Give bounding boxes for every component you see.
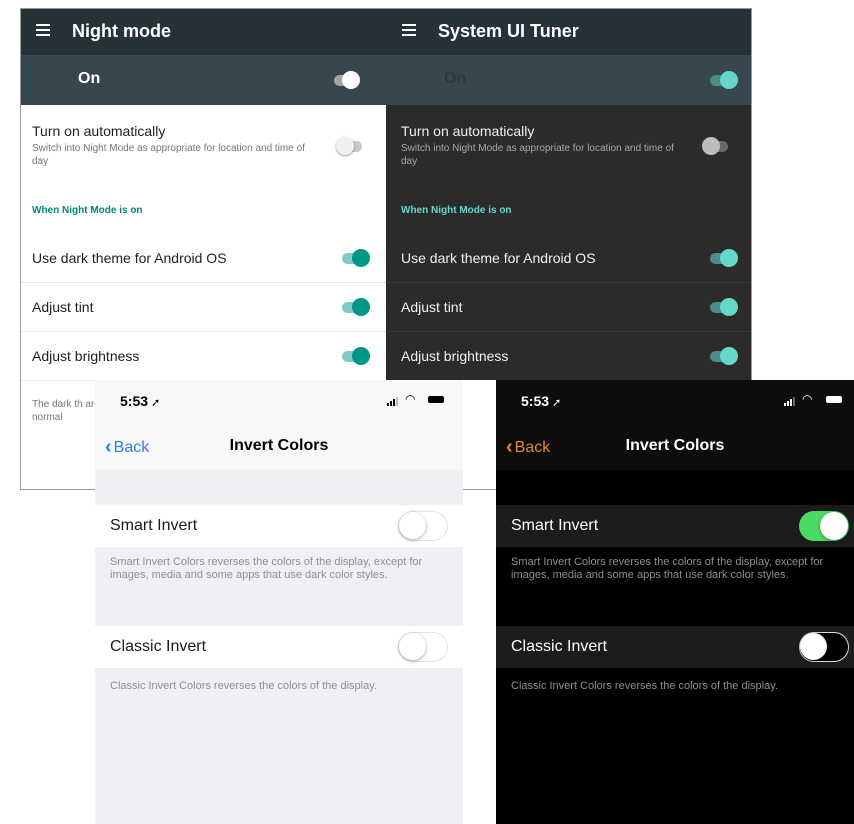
- smart-invert-cell[interactable]: Smart Invert: [496, 505, 854, 547]
- status-bar: 5:53 ➚ ◠: [496, 380, 854, 418]
- wifi-icon: ◠: [405, 392, 416, 406]
- classic-invert-toggle[interactable]: [799, 632, 849, 662]
- classic-invert-label: Classic Invert: [511, 638, 608, 655]
- smart-invert-description: Smart Invert Colors reverses the colors …: [110, 556, 423, 581]
- smart-invert-cell[interactable]: Smart Invert: [95, 505, 463, 547]
- classic-invert-cell[interactable]: Classic Invert: [496, 626, 854, 668]
- back-label: Back: [514, 439, 551, 456]
- nav-title: Invert Colors: [229, 437, 329, 454]
- classic-invert-description: Classic Invert Colors reverses the color…: [511, 680, 778, 692]
- back-button[interactable]: ‹ Back: [105, 436, 149, 459]
- status-time: 5:53 ➚: [120, 393, 161, 409]
- signal-icon: [387, 396, 401, 406]
- signal-icon: [784, 396, 798, 406]
- navigation-bar: Invert Colors ‹ Back: [95, 418, 463, 470]
- chevron-left-icon: ‹: [105, 436, 112, 458]
- smart-invert-label: Smart Invert: [110, 517, 198, 534]
- wifi-icon: ◠: [802, 392, 813, 406]
- ios-invert-colors-light-panel: 5:53 ➚ ◠ Invert Colors ‹ Back Smart Invert…: [95, 380, 463, 824]
- chevron-left-icon: ‹: [506, 436, 513, 458]
- status-bar: 5:53 ➚ ◠: [95, 380, 463, 418]
- battery-icon: [826, 396, 842, 403]
- ios-invert-colors-dark-panel: 5:53 ➚ ◠ Invert Colors ‹ Back Smart Invert…: [496, 380, 854, 824]
- classic-invert-description: Classic Invert Colors reverses the color…: [110, 680, 377, 692]
- back-label: Back: [113, 439, 150, 456]
- classic-invert-label: Classic Invert: [110, 638, 207, 655]
- location-arrow-icon: ➚: [151, 397, 161, 409]
- navigation-bar: Invert Colors ‹ Back: [496, 418, 854, 470]
- smart-invert-description: Smart Invert Colors reverses the colors …: [511, 556, 824, 581]
- smart-invert-label: Smart Invert: [511, 517, 599, 534]
- battery-icon: [428, 396, 444, 403]
- classic-invert-cell[interactable]: Classic Invert: [95, 626, 463, 668]
- smart-invert-toggle[interactable]: [799, 511, 849, 541]
- smart-invert-toggle[interactable]: [398, 511, 448, 541]
- location-arrow-icon: ➚: [552, 397, 562, 409]
- classic-invert-toggle[interactable]: [398, 632, 448, 662]
- back-button[interactable]: ‹ Back: [506, 436, 550, 459]
- status-time: 5:53 ➚: [521, 393, 562, 409]
